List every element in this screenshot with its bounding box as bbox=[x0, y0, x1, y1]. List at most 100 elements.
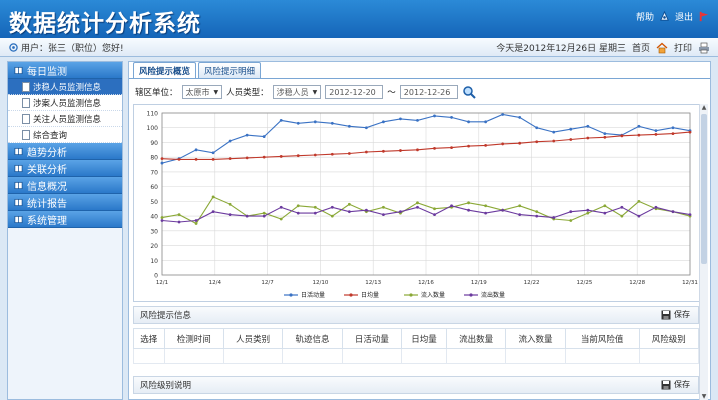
series-point-2 bbox=[399, 149, 402, 152]
sidebar-group-trend[interactable]: 趋势分析 bbox=[8, 143, 122, 160]
x-tick-label: 12/31 bbox=[682, 280, 698, 286]
series-point-4 bbox=[313, 211, 317, 215]
series-point-4 bbox=[518, 213, 522, 217]
series-point-1 bbox=[569, 127, 573, 131]
series-point-2 bbox=[450, 146, 453, 150]
save-label: 保存 bbox=[674, 310, 690, 319]
sidebar-group-relation[interactable]: 关联分析 bbox=[8, 160, 122, 177]
col-select[interactable]: 选择 bbox=[133, 328, 165, 349]
logout-link[interactable]: 退出 bbox=[675, 10, 693, 23]
sidebar-group-system[interactable]: 系统管理 bbox=[8, 211, 122, 228]
series-point-4 bbox=[177, 220, 181, 224]
sidebar-item-stability[interactable]: 涉稳人员监测信息 bbox=[8, 79, 122, 95]
col-person-type[interactable]: 人员类别 bbox=[222, 328, 284, 349]
series-point-4 bbox=[688, 213, 692, 217]
sidebar-group-daily[interactable]: 每日监测 bbox=[8, 62, 122, 79]
sidebar-group-label: 统计报告 bbox=[27, 198, 67, 210]
series-point-2 bbox=[228, 157, 232, 161]
x-tick-label: 12/7 bbox=[261, 280, 274, 286]
home-link[interactable]: 首页 bbox=[632, 41, 650, 54]
legend-label-1: 日活动量 bbox=[301, 291, 325, 299]
series-point-4 bbox=[586, 208, 590, 212]
series-point-2 bbox=[552, 139, 556, 143]
series-point-4 bbox=[467, 208, 470, 212]
series-point-1 bbox=[364, 126, 368, 130]
date-to-input[interactable]: 2012-12-26 bbox=[399, 85, 458, 99]
sidebar-group-label: 趋势分析 bbox=[27, 147, 67, 159]
sidebar-item-label: 综合查询 bbox=[33, 130, 68, 141]
col-inflow[interactable]: 流入数量 bbox=[505, 328, 566, 349]
series-point-4 bbox=[194, 219, 198, 222]
save-icon bbox=[661, 380, 671, 389]
series-point-2 bbox=[194, 157, 198, 161]
type-select[interactable]: 涉稳人员 ▼ bbox=[272, 85, 322, 99]
scroll-up-icon[interactable]: ▲ bbox=[700, 104, 708, 112]
series-point-2 bbox=[518, 141, 522, 145]
series-point-1 bbox=[313, 120, 317, 124]
series-point-3 bbox=[228, 202, 232, 206]
trend-chart: 0 10 20 30 40 50 60 70 80 90 100 110 12/1 12/4 12/7 12/… bbox=[133, 104, 703, 302]
sidebar-item-query[interactable]: 综合查询 bbox=[8, 127, 122, 143]
level-save-button[interactable]: 保存 bbox=[661, 379, 690, 390]
type-label: 人员类型： bbox=[226, 88, 269, 98]
scroll-down-icon[interactable]: ▼ bbox=[700, 393, 708, 400]
sidebar-item-attention[interactable]: 关注人员监测信息 bbox=[8, 111, 122, 127]
y-tick-label: 20 bbox=[150, 243, 158, 250]
search-icon[interactable] bbox=[462, 85, 476, 99]
scroll-thumb[interactable] bbox=[701, 114, 707, 264]
series-point-3 bbox=[535, 210, 539, 214]
col-outflow[interactable]: 流出数量 bbox=[445, 328, 507, 349]
sidebar-group-label: 系统管理 bbox=[27, 215, 67, 227]
tab-risk-detail[interactable]: 风险提示明细 bbox=[198, 62, 262, 78]
area-select[interactable]: 太原市 ▼ bbox=[181, 85, 223, 99]
print-icon[interactable] bbox=[698, 42, 710, 54]
series-point-2 bbox=[177, 157, 181, 161]
sidebar-item-case[interactable]: 涉案人员监测信息 bbox=[8, 95, 122, 111]
series-point-3 bbox=[211, 195, 215, 199]
filter-bar: 辖区单位： 太原市 ▼ 人员类型： 涉稳人员 ▼ 2012-12-20 ～ 2012… bbox=[135, 84, 476, 100]
series-point-4 bbox=[211, 210, 215, 214]
series-point-3 bbox=[484, 204, 488, 208]
x-tick-label: 12/16 bbox=[418, 280, 434, 286]
series-point-3 bbox=[347, 202, 351, 206]
y-tick-label: 30 bbox=[150, 228, 158, 235]
col-track-info[interactable]: 轨迹信息 bbox=[282, 328, 343, 349]
sidebar: 每日监测 涉稳人员监测信息 涉案人员监测信息 关注人员监测信息 综合查询 趋势分… bbox=[7, 61, 123, 400]
vertical-scrollbar[interactable]: ▲ ▼ bbox=[699, 104, 708, 400]
sidebar-group-label: 每日监测 bbox=[27, 66, 67, 78]
sidebar-item-label: 关注人员监测信息 bbox=[33, 114, 102, 125]
series-point-2 bbox=[211, 157, 215, 161]
series-point-2 bbox=[569, 138, 573, 141]
app-title: 数据统计分析系统 bbox=[9, 11, 201, 37]
series-point-1 bbox=[467, 120, 470, 124]
date-from-input[interactable]: 2012-12-20 bbox=[325, 85, 384, 99]
series-point-1 bbox=[296, 121, 300, 125]
help-link[interactable]: 帮助 bbox=[636, 10, 654, 23]
y-tick-label: 0 bbox=[154, 273, 158, 280]
col-daily-activity[interactable]: 日活动量 bbox=[341, 328, 403, 349]
series-point-1 bbox=[211, 151, 215, 155]
top-links: 帮助 退出 bbox=[636, 10, 710, 23]
help-icon[interactable] bbox=[658, 10, 671, 23]
risk-save-button[interactable]: 保存 bbox=[661, 309, 690, 320]
sidebar-group-overview[interactable]: 信息概况 bbox=[8, 177, 122, 194]
chevron-down-icon: ▼ bbox=[213, 88, 219, 96]
sidebar-group-report[interactable]: 统计报告 bbox=[8, 194, 122, 211]
col-risk-level[interactable]: 风险级别 bbox=[638, 328, 700, 349]
x-tick-label: 12/10 bbox=[312, 280, 328, 286]
series-point-4 bbox=[296, 211, 300, 215]
home-icon[interactable] bbox=[656, 42, 668, 54]
series-point-1 bbox=[245, 133, 249, 137]
series-point-2 bbox=[671, 132, 675, 136]
series-point-4 bbox=[364, 208, 368, 212]
print-link[interactable]: 打印 bbox=[674, 41, 692, 54]
series-point-1 bbox=[484, 120, 488, 124]
tab-risk-overview[interactable]: 风险提示概览 bbox=[133, 62, 197, 78]
col-detect-time[interactable]: 检测时间 bbox=[163, 328, 224, 349]
col-daily-average[interactable]: 日均量 bbox=[401, 328, 447, 349]
logout-icon[interactable] bbox=[697, 10, 710, 23]
series-point-1 bbox=[552, 130, 556, 134]
series-point-4 bbox=[262, 214, 266, 218]
col-risk-value[interactable]: 当前风险值 bbox=[564, 328, 640, 349]
series-point-1 bbox=[279, 118, 283, 122]
